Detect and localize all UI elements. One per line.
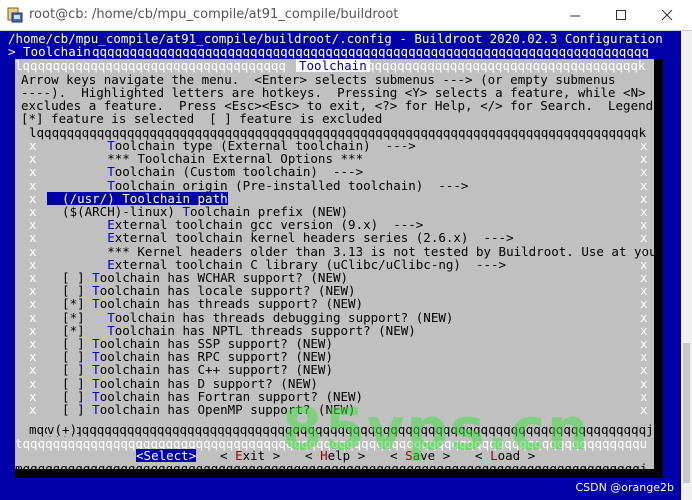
minimize-button[interactable] <box>552 0 598 31</box>
menu-border-left: x <box>29 230 37 246</box>
menu-border-left: x <box>29 296 37 312</box>
scroll-indicator: v(+) <box>47 422 78 437</box>
window-scrollbar[interactable] <box>681 31 692 500</box>
menu-border-right: x <box>640 177 648 193</box>
maximize-button[interactable] <box>598 0 644 31</box>
minimize-icon <box>570 15 580 17</box>
menu-border-right: x <box>640 375 648 391</box>
breadcrumb: > Toolchain <box>8 44 91 59</box>
menu-border-left: x <box>29 402 37 417</box>
scrollbar-thumb[interactable] <box>683 343 690 483</box>
menu-list[interactable]: xx Toolchain type (External toolchain) -… <box>29 139 657 439</box>
dialog-title: Toolchain <box>296 59 370 72</box>
menu-border-left: x <box>29 177 37 193</box>
menu-border-right: x <box>640 402 648 417</box>
menu-border-left: x <box>29 164 37 180</box>
dialog-bottom-border: mqqqqqqqqqqqqqqqqqqqqqqqqqqqqqqqqqqqqqqq… <box>15 461 648 476</box>
close-button[interactable] <box>644 0 690 31</box>
close-icon <box>662 10 673 21</box>
maximize-icon <box>616 10 626 20</box>
terminal-app-icon <box>7 7 23 23</box>
menu-border-left: x <box>29 362 37 378</box>
menu-border-right: x <box>640 309 648 325</box>
watermark: 85vps.cn <box>282 395 591 463</box>
menu-border-right: x <box>640 362 648 378</box>
window-title: root@cb: /home/cb/mpu_compile/at91_compi… <box>29 7 399 22</box>
menu-border-left: x <box>29 375 37 391</box>
menu-border-right: x <box>640 296 648 312</box>
menu-border-left: x <box>29 243 37 259</box>
help-line: [*] feature is selected [ ] feature is e… <box>21 111 383 126</box>
config-header: /home/cb/mpu_compile/at91_compile/buildr… <box>8 31 663 46</box>
menu-border-right: x <box>640 164 648 180</box>
dialog-top-border: lqqqqqqqqqqqqqqqqqqqqqqqqqqqqqqqqqqq Too… <box>15 58 646 73</box>
window-titlebar: root@cb: /home/cb/mpu_compile/at91_compi… <box>0 0 692 31</box>
menu-border-left: x <box>29 309 37 325</box>
header-rule: qqqqqqqqqqqqqqqqqqqqqqqqqqqqqqqqqqqqqqqq… <box>92 45 649 58</box>
credit-text: CSDN @orange2b <box>575 481 674 494</box>
